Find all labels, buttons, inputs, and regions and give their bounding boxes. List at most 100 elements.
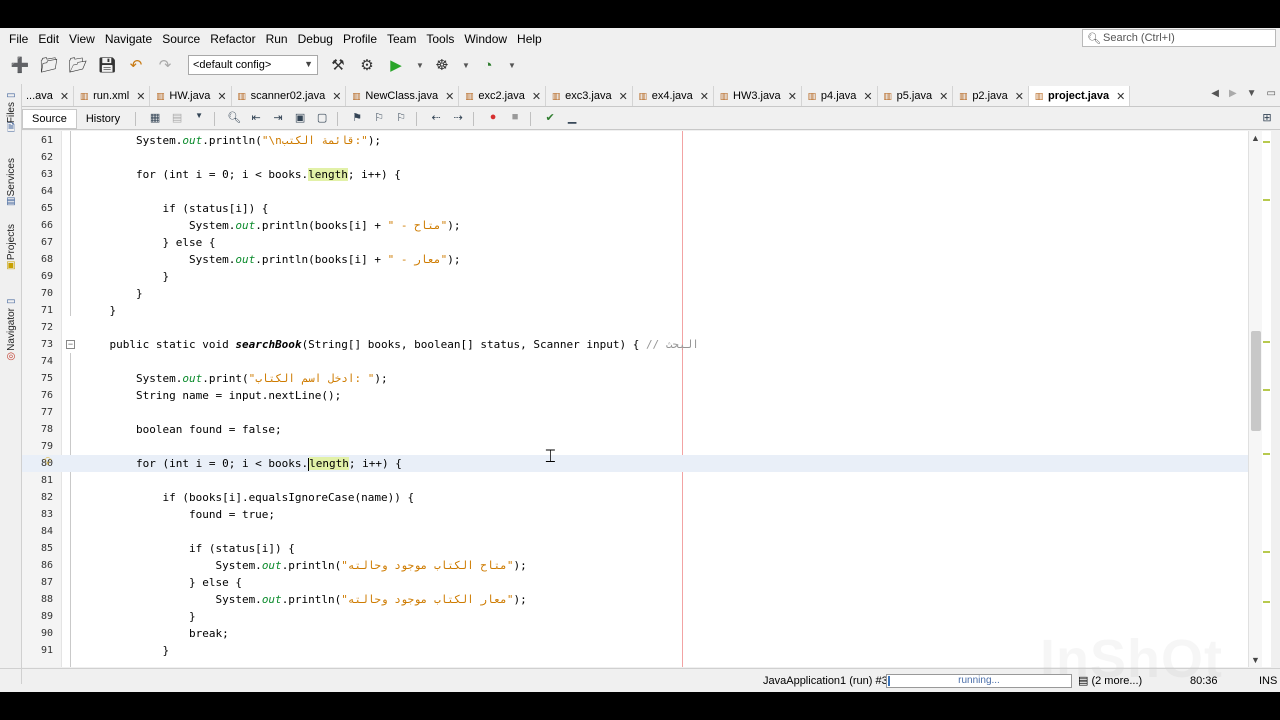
chevron-up-icon[interactable]: ▲	[1251, 133, 1260, 143]
code-text[interactable]: for (int i = 0; i < books.length; i++) {	[83, 455, 402, 472]
profile-dropdown-icon[interactable]: ▼	[505, 53, 519, 77]
debug-dropdown-icon[interactable]: ▼	[459, 53, 473, 77]
source-tab[interactable]: Source	[22, 108, 77, 129]
stripe-mark[interactable]	[1263, 199, 1270, 201]
code-text[interactable]: }	[83, 302, 116, 319]
close-icon[interactable]: ✕	[136, 90, 145, 103]
side-tab-navigator[interactable]: ▭ Navigator ◎	[2, 296, 20, 363]
menu-tools[interactable]: Tools	[421, 28, 459, 50]
code-line[interactable]: 70 }	[22, 285, 1248, 302]
running-process[interactable]: JavaApplication1 (run) #3	[763, 675, 888, 687]
menu-refactor[interactable]: Refactor	[205, 28, 260, 50]
last-edit-icon[interactable]: ▦	[146, 111, 164, 127]
code-line[interactable]: 75 System.out.print("ادخل اسم الكتاب: ")…	[22, 370, 1248, 387]
code-text[interactable]: }	[83, 285, 143, 302]
code-line[interactable]: 79	[22, 438, 1248, 455]
close-icon[interactable]: ✕	[1015, 90, 1024, 103]
tab-0[interactable]: ...ava ✕	[22, 86, 75, 106]
forward-dropdown-icon[interactable]: ▼	[190, 111, 208, 127]
tab-2[interactable]: ▥ HW.java ✕	[150, 86, 232, 106]
shift-left-icon[interactable]: ⇠	[427, 111, 445, 127]
redo-icon[interactable]: ↷	[153, 53, 177, 77]
code-line[interactable]: 84	[22, 523, 1248, 540]
config-select[interactable]: <default config> ▼	[188, 55, 318, 75]
menu-team[interactable]: Team	[382, 28, 421, 50]
code-line[interactable]: 88 System.out.println("معار الكتاب موجود…	[22, 591, 1248, 608]
side-tab-projects[interactable]: Projects ▣	[2, 224, 20, 272]
stop-macro-icon[interactable]: ■	[506, 111, 524, 127]
code-text[interactable]: }	[83, 642, 169, 659]
menu-source[interactable]: Source	[157, 28, 205, 50]
expand-icon[interactable]: ⊞	[1258, 111, 1276, 127]
comment-icon[interactable]: ▁	[563, 111, 581, 127]
code-line[interactable]: 64	[22, 183, 1248, 200]
search-input[interactable]: 🔍︎ Search (Ctrl+I)	[1082, 29, 1276, 47]
tab-5[interactable]: ▥ exc2.java ✕	[459, 86, 547, 106]
code-line[interactable]: 72	[22, 319, 1248, 336]
menu-debug[interactable]: Debug	[293, 28, 338, 50]
close-icon[interactable]: ✕	[863, 90, 872, 103]
toggle-bookmark-icon[interactable]: ⚐	[392, 111, 410, 127]
code-editor[interactable]: 61 System.out.println("\nقائمة الكتب:");…	[22, 131, 1271, 667]
tab-12[interactable]: ▥ project.java ✕	[1029, 86, 1131, 106]
code-line[interactable]: 89 }	[22, 608, 1248, 625]
close-icon[interactable]: ✕	[939, 90, 948, 103]
stripe-mark[interactable]	[1263, 141, 1270, 143]
chevron-down-icon[interactable]: ▼	[1251, 655, 1260, 665]
code-line[interactable]: 73 public static void searchBook(String[…	[22, 336, 1248, 353]
code-text[interactable]: }	[83, 268, 169, 285]
chevron-left-icon[interactable]: ◀	[1211, 88, 1219, 99]
code-text[interactable]: System.out.println("متاح الكتاب موجود وح…	[83, 557, 526, 574]
close-icon[interactable]: ✕	[619, 90, 628, 103]
toggle-highlight-icon[interactable]: ▣	[291, 111, 309, 127]
new-file-icon[interactable]: ➕	[8, 53, 32, 77]
fold-toggle-icon[interactable]: −	[66, 340, 75, 349]
profile-icon[interactable]: ◔	[476, 53, 500, 77]
tab-7[interactable]: ▥ ex4.java ✕	[633, 86, 714, 106]
tab-11[interactable]: ▥ p2.java ✕	[953, 86, 1030, 106]
code-line[interactable]: 63 for (int i = 0; i < books.length; i++…	[22, 166, 1248, 183]
close-icon[interactable]: ✕	[60, 90, 69, 103]
close-icon[interactable]: ✕	[532, 90, 541, 103]
menu-profile[interactable]: Profile	[338, 28, 382, 50]
code-line[interactable]: 78 boolean found = false;	[22, 421, 1248, 438]
code-text[interactable]: }	[83, 608, 196, 625]
stripe-mark[interactable]	[1263, 601, 1270, 603]
open-project-icon[interactable]: 📂︎	[66, 53, 90, 77]
code-text[interactable]: break;	[83, 625, 229, 642]
new-project-icon[interactable]: 📁︎	[37, 53, 61, 77]
code-line[interactable]: 67 } else {	[22, 234, 1248, 251]
tab-8[interactable]: ▥ HW3.java ✕	[714, 86, 802, 106]
code-line[interactable]: 65 if (status[i]) {	[22, 200, 1248, 217]
debug-icon[interactable]: ☸	[430, 53, 454, 77]
run-dropdown-icon[interactable]: ▼	[413, 53, 427, 77]
more-processes[interactable]: ▤ (2 more...)	[1078, 674, 1142, 687]
code-line[interactable]: 68 System.out.println(books[i] + " - معا…	[22, 251, 1248, 268]
close-icon[interactable]: ✕	[700, 90, 709, 103]
code-text[interactable]: found = true;	[83, 506, 275, 523]
code-text[interactable]: System.out.println(books[i] + " - معار")…	[83, 251, 461, 268]
menu-window[interactable]: Window	[459, 28, 512, 50]
code-line[interactable]: 83 found = true;	[22, 506, 1248, 523]
stripe-mark[interactable]	[1263, 341, 1270, 343]
previous-bookmark-icon[interactable]: ⚑	[348, 111, 366, 127]
code-text[interactable]: } else {	[83, 574, 242, 591]
code-text[interactable]: if (books[i].equalsIgnoreCase(name)) {	[83, 489, 414, 506]
code-text[interactable]: String name = input.nextLine();	[83, 387, 341, 404]
code-text[interactable]: System.out.print("ادخل اسم الكتاب: ");	[83, 370, 388, 387]
stripe-mark[interactable]	[1263, 453, 1270, 455]
find-icon[interactable]: 🔍︎	[225, 111, 243, 127]
code-text[interactable]: boolean found = false;	[83, 421, 282, 438]
minimize-icon[interactable]: ▭	[5, 296, 17, 308]
code-line[interactable]: 85 if (status[i]) {	[22, 540, 1248, 557]
build-hammer-icon[interactable]: ⚒	[326, 53, 350, 77]
close-icon[interactable]: ✕	[217, 90, 226, 103]
side-tab-files[interactable]: ▭ Files 🗎︎	[2, 90, 20, 135]
next-bookmark-icon[interactable]: ⚐	[370, 111, 388, 127]
close-icon[interactable]: ✕	[788, 90, 797, 103]
tab-10[interactable]: ▥ p5.java ✕	[878, 86, 954, 106]
history-tab[interactable]: History	[77, 109, 129, 129]
code-line[interactable]: 76 String name = input.nextLine();	[22, 387, 1248, 404]
stripe-mark[interactable]	[1263, 389, 1270, 391]
tab-9[interactable]: ▥ p4.java ✕	[802, 86, 878, 106]
